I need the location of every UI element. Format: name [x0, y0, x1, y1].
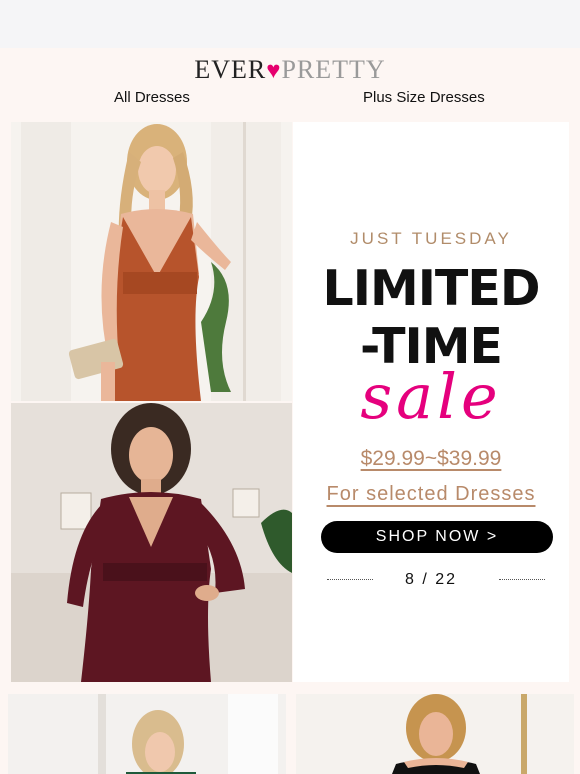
product-photo-orange-dress[interactable] [11, 122, 292, 401]
nav-plus-size-dresses[interactable]: Plus Size Dresses [363, 89, 485, 106]
heart-icon: ♥ [266, 58, 282, 84]
brand-name-part1: EVER [194, 55, 267, 84]
shop-now-button[interactable]: SHOP NOW > [321, 521, 553, 553]
black-dress-illustration [296, 694, 574, 774]
date-divider-right [499, 579, 545, 580]
green-dress-illustration [8, 694, 286, 774]
top-bar [0, 0, 580, 48]
promo-price-range[interactable]: $29.99~$39.99 [293, 447, 569, 471]
promo-date: 8 / 22 [404, 571, 458, 588]
brand-name-part2: PRETTY [281, 55, 386, 84]
promo-headline-line1: LIMITED [322, 260, 540, 317]
promo-subhead: JUST TUESDAY [350, 229, 512, 248]
product-photo-green-dress[interactable] [8, 694, 286, 774]
promo-panel: JUST TUESDAY LIMITED -TIME sale $29.99~$… [293, 122, 569, 682]
orange-dress-illustration [11, 122, 292, 401]
promo-sale-script: sale [360, 360, 502, 433]
burgundy-dress-illustration [11, 403, 292, 682]
brand-logo[interactable]: EVER♥PRETTY [0, 55, 580, 85]
product-photo-burgundy-dress[interactable] [11, 403, 292, 682]
nav-all-dresses[interactable]: All Dresses [114, 89, 190, 106]
promo-selected-dresses[interactable]: For selected Dresses [293, 483, 569, 506]
product-photo-black-dress[interactable] [296, 694, 574, 774]
